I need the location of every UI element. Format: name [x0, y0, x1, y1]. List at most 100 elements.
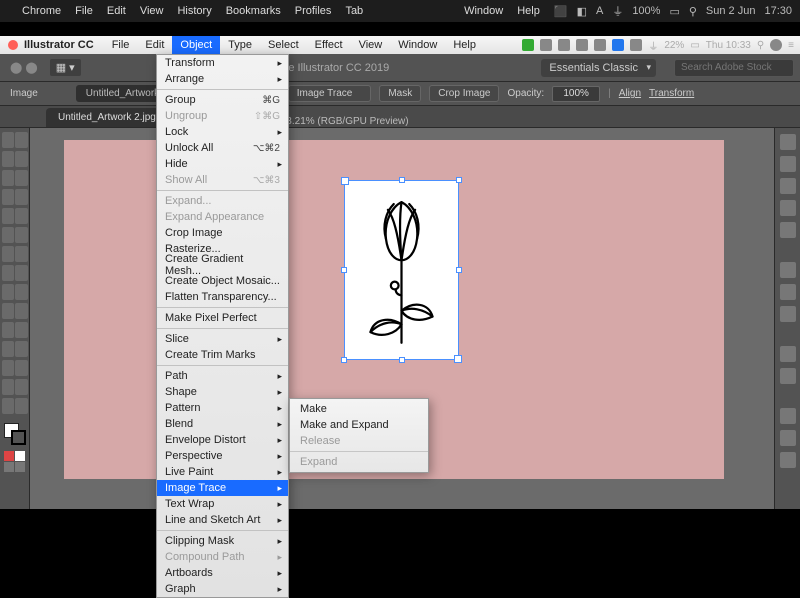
object-menu-item[interactable]: Image Trace [157, 480, 288, 496]
tool-shapebuilder[interactable] [2, 303, 28, 319]
macos-app-name[interactable]: Chrome [22, 5, 61, 17]
object-menu-item[interactable]: Shape [157, 384, 288, 400]
object-menu-item[interactable]: Path [157, 368, 288, 384]
tool-brush[interactable] [2, 227, 28, 243]
ai-menu-object[interactable]: Object [172, 36, 220, 54]
status-icon[interactable] [558, 39, 570, 51]
object-menu-item[interactable]: Text Wrap [157, 496, 288, 512]
ai-menu-edit[interactable]: Edit [137, 36, 172, 54]
draw-mode-controls[interactable] [4, 451, 26, 472]
mac-menu-tab[interactable]: Tab [345, 5, 363, 17]
tool-width[interactable] [2, 284, 28, 300]
mac-menu-help[interactable]: Help [517, 5, 540, 17]
ai-menu-effect[interactable]: Effect [307, 36, 351, 54]
object-menu-item[interactable]: Envelope Distort [157, 432, 288, 448]
tool-hand[interactable] [2, 398, 28, 414]
object-menu-item[interactable]: Create Trim Marks [157, 347, 288, 363]
mac-menu-edit[interactable]: Edit [107, 5, 126, 17]
object-menu-item[interactable]: Create Gradient Mesh... [157, 257, 288, 273]
panel-icon-layers[interactable] [780, 408, 796, 424]
panel-icon-brushes[interactable] [780, 200, 796, 216]
object-menu-item[interactable]: Graph [157, 581, 288, 597]
panel-icon-transparency[interactable] [780, 306, 796, 322]
object-menu-item[interactable]: Lock [157, 124, 288, 140]
tool-pen[interactable] [2, 170, 28, 186]
object-menu-item[interactable]: Hide [157, 156, 288, 172]
object-menu-item[interactable]: Make Pixel Perfect [157, 310, 288, 326]
object-menu-item[interactable]: Perspective [157, 448, 288, 464]
mac-menu-history[interactable]: History [177, 5, 211, 17]
status-icon[interactable] [612, 39, 624, 51]
panel-icon-color[interactable] [780, 156, 796, 172]
object-menu-item[interactable]: Live Paint [157, 464, 288, 480]
panel-icon-graphic-styles[interactable] [780, 368, 796, 384]
object-menu-item[interactable]: Artboards [157, 565, 288, 581]
status-icon[interactable] [540, 39, 552, 51]
status-icon[interactable] [594, 39, 606, 51]
ai-menu-view[interactable]: View [351, 36, 391, 54]
ai-menu-window[interactable]: Window [390, 36, 445, 54]
image-trace-submenu-item[interactable]: Make [290, 401, 428, 417]
object-menu-item[interactable]: Slice [157, 331, 288, 347]
panel-icon-properties[interactable] [780, 134, 796, 150]
tool-mesh[interactable] [2, 322, 28, 338]
opacity-field[interactable] [552, 86, 600, 102]
object-menu-item[interactable]: Unlock All⌥⌘2 [157, 140, 288, 156]
ai-menu-type[interactable]: Type [220, 36, 260, 54]
object-menu-item[interactable]: Arrange [157, 71, 288, 87]
object-menu-item[interactable]: Blend [157, 416, 288, 432]
tool-artboard[interactable] [2, 379, 28, 395]
wifi-icon[interactable]: ⏚ [648, 38, 658, 53]
status-icon[interactable] [576, 39, 588, 51]
panel-toggle-icon[interactable]: ▦ ▾ [50, 59, 81, 76]
tool-scale[interactable] [2, 265, 28, 281]
tool-rotate[interactable] [2, 246, 28, 262]
mask-button[interactable]: Mask [379, 85, 421, 102]
ai-menu-help[interactable]: Help [445, 36, 484, 54]
align-panel-link[interactable]: Align [619, 88, 641, 99]
mac-menu-file[interactable]: File [75, 5, 93, 17]
object-menu-item[interactable]: Pattern [157, 400, 288, 416]
tool-wand[interactable] [2, 151, 28, 167]
panel-icon-swatches[interactable] [780, 178, 796, 194]
wifi-icon[interactable]: ⏚ [612, 3, 623, 19]
mac-menu-window[interactable]: Window [464, 5, 503, 17]
object-menu-item[interactable]: Transform [157, 55, 288, 71]
panel-icon-symbols[interactable] [780, 222, 796, 238]
crop-image-button[interactable]: Crop Image [429, 85, 499, 102]
mac-menu-view[interactable]: View [140, 5, 164, 17]
object-menu-item[interactable]: Line and Sketch Art [157, 512, 288, 528]
mac-menu-profiles[interactable]: Profiles [295, 5, 332, 17]
workspace-switcher[interactable]: Essentials Classic [541, 59, 656, 77]
object-menu-item[interactable]: Crop Image [157, 225, 288, 241]
image-trace-submenu-item[interactable]: Make and Expand [290, 417, 428, 433]
tool-blend[interactable] [2, 360, 28, 376]
panel-icon-appearance[interactable] [780, 346, 796, 362]
tool-rect[interactable] [2, 208, 28, 224]
object-menu-item[interactable]: Clipping Mask [157, 533, 288, 549]
object-menu-item[interactable]: Create Object Mosaic... [157, 273, 288, 289]
panel-icon-stroke[interactable] [780, 262, 796, 278]
mac-menu-bookmarks[interactable]: Bookmarks [226, 5, 281, 17]
transform-panel-link[interactable]: Transform [649, 88, 694, 99]
panel-icon-gradient[interactable] [780, 284, 796, 300]
tool-selection[interactable] [2, 132, 28, 148]
panel-icon-asset-export[interactable] [780, 430, 796, 446]
spotlight-icon[interactable]: ⚲ [757, 40, 764, 51]
evernote-icon[interactable] [522, 39, 534, 51]
notifications-icon[interactable]: ≡ [788, 40, 794, 51]
spotlight-icon[interactable]: ⚲ [689, 5, 697, 18]
object-menu-item[interactable]: Group⌘G [157, 92, 288, 108]
panel-icon-artboards[interactable] [780, 452, 796, 468]
tool-type[interactable] [2, 189, 28, 205]
ai-menu-select[interactable]: Select [260, 36, 307, 54]
selected-image[interactable] [344, 180, 459, 360]
adobe-stock-search-input[interactable] [674, 59, 794, 77]
tool-eyedropper[interactable] [2, 341, 28, 357]
ai-menu-file[interactable]: File [104, 36, 138, 54]
fill-stroke-control[interactable] [4, 423, 26, 445]
object-menu-item[interactable]: Flatten Transparency... [157, 289, 288, 305]
siri-icon[interactable] [770, 39, 782, 51]
image-trace-button[interactable]: Image Trace [288, 85, 372, 102]
window-close-icon[interactable] [8, 40, 18, 50]
